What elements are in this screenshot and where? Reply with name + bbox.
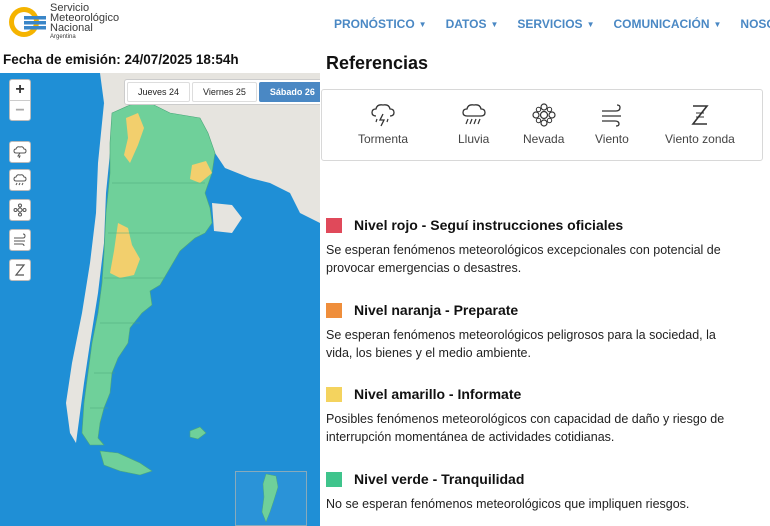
rain-icon — [462, 104, 486, 125]
level-yellow-title: Nivel amarillo - Informate — [354, 386, 522, 402]
level-green-desc: No se esperan fenómenos meteorológicos q… — [326, 497, 690, 511]
zonda-icon — [691, 105, 709, 125]
legend-snow: Nevada — [523, 102, 564, 146]
map-layer-rain[interactable] — [9, 169, 31, 191]
level-green: Nivel verde - Tranquilidad No se esperan… — [326, 471, 746, 513]
nav-nosotros[interactable]: NOSOTROS▼ — [740, 17, 770, 31]
level-red: Nivel rojo - Seguí instrucciones oficial… — [326, 217, 746, 277]
zoom-in-button[interactable]: + — [10, 80, 30, 100]
nav-datos[interactable]: DATOS ▼ — [446, 17, 499, 31]
antarctica-inset-map — [235, 471, 307, 526]
tab-jueves-24[interactable]: Jueves 24 — [127, 82, 191, 102]
smn-logo[interactable]: Servicio Meteorológico Nacional Argentin… — [6, 2, 136, 42]
main-nav: PRONÓSTICO ▼ DATOS ▼ SERVICIOS ▼ COMUNICACI… — [334, 17, 770, 31]
chevron-down-icon: ▼ — [418, 20, 427, 29]
nav-comunicacion-label: COMUNICACIÓN — [613, 17, 710, 31]
wind-icon — [14, 233, 26, 247]
logo-line-4: Argentina — [50, 34, 76, 40]
legend-zonda-label: Viento zonda — [665, 132, 735, 146]
yellow-swatch — [326, 386, 342, 402]
level-green-title: Nivel verde - Tranquilidad — [354, 471, 525, 487]
uruguay-land — [212, 203, 242, 233]
legend-snow-label: Nevada — [523, 132, 565, 146]
references-title: Referencias — [326, 53, 429, 73]
smn-logo-mark-icon — [9, 7, 46, 37]
map-geography — [66, 73, 320, 476]
zoom-out-button[interactable]: − — [10, 100, 30, 120]
nav-pronostico[interactable]: PRONÓSTICO ▼ — [334, 17, 427, 31]
map-layer-snow[interactable] — [9, 199, 31, 221]
zonda-icon — [14, 264, 26, 276]
nav-nosotros-label: NOSOTROS — [740, 17, 770, 31]
rain-icon — [13, 174, 27, 186]
orange-swatch — [326, 302, 342, 318]
chevron-down-icon: ▼ — [713, 20, 722, 29]
map-layer-wind[interactable] — [9, 229, 31, 251]
day-tabs: Jueves 24 Viernes 25 Sábado 26 — [124, 79, 320, 105]
level-orange: Nivel naranja - Preparate Se esperan fen… — [326, 302, 746, 362]
inset-geography — [261, 473, 279, 523]
level-yellow-desc: Posibles fenómenos meteorológicos con ca… — [326, 412, 725, 444]
snow-icon — [532, 103, 556, 127]
level-red-title: Nivel rojo - Seguí instrucciones oficial… — [354, 217, 624, 233]
map-layer-zonda[interactable] — [9, 259, 31, 281]
legend-rain-label: Lluvia — [458, 132, 490, 146]
logo-line-3: Nacional — [50, 22, 93, 34]
malvinas-islands — [189, 426, 207, 440]
level-orange-title: Nivel naranja - Preparate — [354, 302, 519, 318]
legend-rain: Lluvia — [458, 102, 489, 146]
tab-sabado-26[interactable]: Sábado 26 — [258, 82, 320, 102]
level-red-desc: Se esperan fenómenos meteorológicos exce… — [326, 243, 721, 275]
chevron-down-icon: ▼ — [490, 20, 499, 29]
storm-icon — [371, 104, 395, 127]
nav-servicios-label: SERVICIOS — [517, 17, 583, 31]
site-header: Servicio Meteorológico Nacional Argentin… — [0, 0, 770, 46]
logo-wordmark: Servicio Meteorológico Nacional Argentin… — [50, 3, 119, 41]
red-swatch — [326, 217, 342, 233]
smn-alerts-page: Servicio Meteorológico Nacional Argentin… — [0, 0, 770, 526]
tierra-del-fuego — [99, 450, 153, 476]
green-swatch — [326, 471, 342, 487]
legend-wind-label: Viento — [595, 132, 629, 146]
tab-viernes-25[interactable]: Viernes 25 — [192, 82, 257, 102]
level-yellow: Nivel amarillo - Informate Posibles fenó… — [326, 386, 746, 446]
zoom-control: + − — [9, 79, 31, 121]
chevron-down-icon: ▼ — [586, 20, 595, 29]
nav-pronostico-label: PRONÓSTICO — [334, 17, 415, 31]
storm-icon — [13, 146, 27, 159]
nav-comunicacion[interactable]: COMUNICACIÓN ▼ — [613, 17, 721, 31]
phenomena-legend: Tormenta Lluvia Nevada Viento Viento zon… — [321, 89, 763, 161]
level-orange-desc: Se esperan fenómenos meteorológicos peli… — [326, 328, 716, 360]
nav-servicios[interactable]: SERVICIOS ▼ — [517, 17, 594, 31]
legend-storm-label: Tormenta — [358, 132, 409, 146]
snow-icon — [13, 203, 27, 217]
nav-datos-label: DATOS — [445, 17, 487, 31]
issue-date: Fecha de emisión: 24/07/2025 18:54h — [3, 52, 239, 67]
map-layer-storm[interactable] — [9, 141, 31, 163]
alert-map[interactable]: + − Jueves 24 Viernes 25 Sábado 26 — [0, 73, 320, 526]
legend-zonda: Viento zonda — [665, 102, 735, 146]
legend-wind: Viento — [595, 102, 629, 146]
wind-icon — [601, 104, 621, 127]
legend-storm: Tormenta — [358, 102, 408, 146]
